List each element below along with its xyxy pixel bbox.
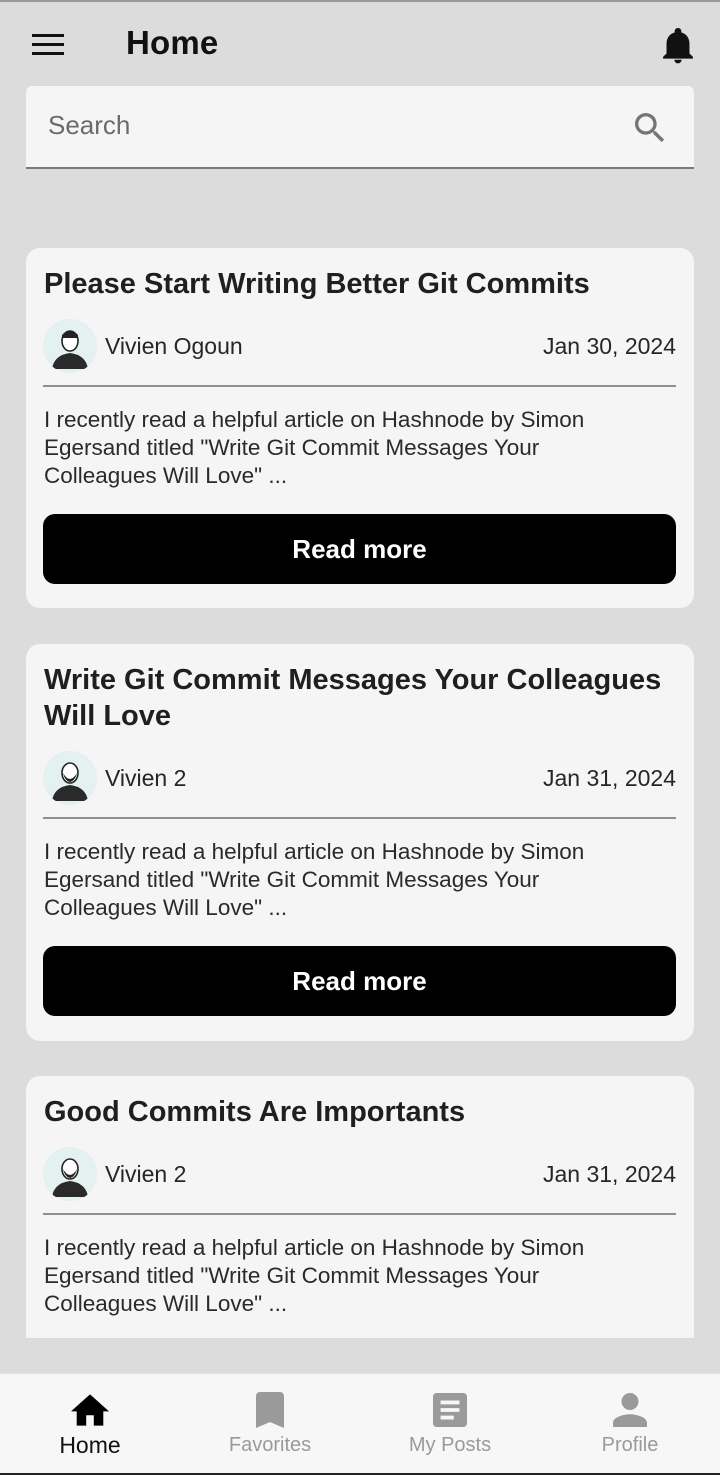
nav-label: My Posts xyxy=(408,1434,492,1456)
divider xyxy=(43,817,676,819)
read-more-button[interactable]: Read more xyxy=(43,514,676,584)
post-card[interactable]: Good Commits Are Importants Vivien 2 Jan… xyxy=(26,1076,694,1338)
post-meta: Vivien 2 Jan 31, 2024 xyxy=(43,1147,676,1201)
search-input[interactable] xyxy=(46,102,610,148)
notifications-button[interactable] xyxy=(656,24,700,68)
post-excerpt: I recently read a helpful article on Has… xyxy=(44,1235,585,1316)
post-excerpt: I recently read a helpful article on Has… xyxy=(44,407,585,488)
author-avatar-icon xyxy=(43,751,97,805)
menu-icon xyxy=(32,34,64,55)
post-card[interactable]: Write Git Commit Messages Your Colleague… xyxy=(26,644,694,1041)
bottom-navigation: Home Favorites My Posts Profile xyxy=(0,1373,720,1474)
page-title: Home xyxy=(126,24,219,61)
nav-label: Favorites xyxy=(228,1434,312,1456)
bell-icon xyxy=(663,28,693,64)
avatar xyxy=(43,319,97,373)
author-name[interactable]: Vivien 2 xyxy=(105,1161,186,1188)
post-title: Good Commits Are Importants xyxy=(44,1096,466,1128)
post-title: Write Git Commit Messages Your Colleague… xyxy=(44,664,662,732)
post-date: Jan 31, 2024 xyxy=(542,1161,676,1187)
post-card[interactable]: Please Start Writing Better Git Commits … xyxy=(26,248,694,608)
article-icon xyxy=(430,1390,470,1430)
nav-label: Home xyxy=(59,1432,121,1458)
divider xyxy=(43,1213,676,1215)
post-date: Jan 31, 2024 xyxy=(542,765,676,791)
author-avatar-icon xyxy=(43,319,97,373)
read-more-button[interactable]: Read more xyxy=(43,946,676,1016)
post-title: Please Start Writing Better Git Commits xyxy=(44,268,590,300)
avatar xyxy=(43,751,97,805)
app-bar: Home xyxy=(0,2,720,86)
menu-button[interactable] xyxy=(26,22,72,68)
home-screen: Home Please Start Writing Better Git Com… xyxy=(0,0,720,1475)
post-meta: Vivien 2 Jan 31, 2024 xyxy=(43,751,676,805)
avatar xyxy=(43,1147,97,1201)
author-name[interactable]: Vivien 2 xyxy=(105,765,186,792)
search-bar xyxy=(26,86,694,169)
nav-item-my-posts[interactable]: My Posts xyxy=(360,1374,540,1474)
nav-item-favorites[interactable]: Favorites xyxy=(180,1374,360,1474)
nav-item-profile[interactable]: Profile xyxy=(540,1374,720,1474)
nav-label: Profile xyxy=(601,1434,659,1456)
bookmark-icon xyxy=(250,1390,290,1430)
divider xyxy=(43,385,676,387)
post-meta: Vivien Ogoun Jan 30, 2024 xyxy=(43,319,676,373)
author-avatar-icon xyxy=(43,1147,97,1201)
search-icon[interactable] xyxy=(630,108,670,148)
post-date: Jan 30, 2024 xyxy=(542,333,676,359)
author-name[interactable]: Vivien Ogoun xyxy=(105,333,243,360)
home-icon xyxy=(70,1390,110,1430)
person-icon xyxy=(610,1390,650,1430)
post-excerpt: I recently read a helpful article on Has… xyxy=(44,839,585,920)
nav-item-home[interactable]: Home xyxy=(0,1374,180,1474)
